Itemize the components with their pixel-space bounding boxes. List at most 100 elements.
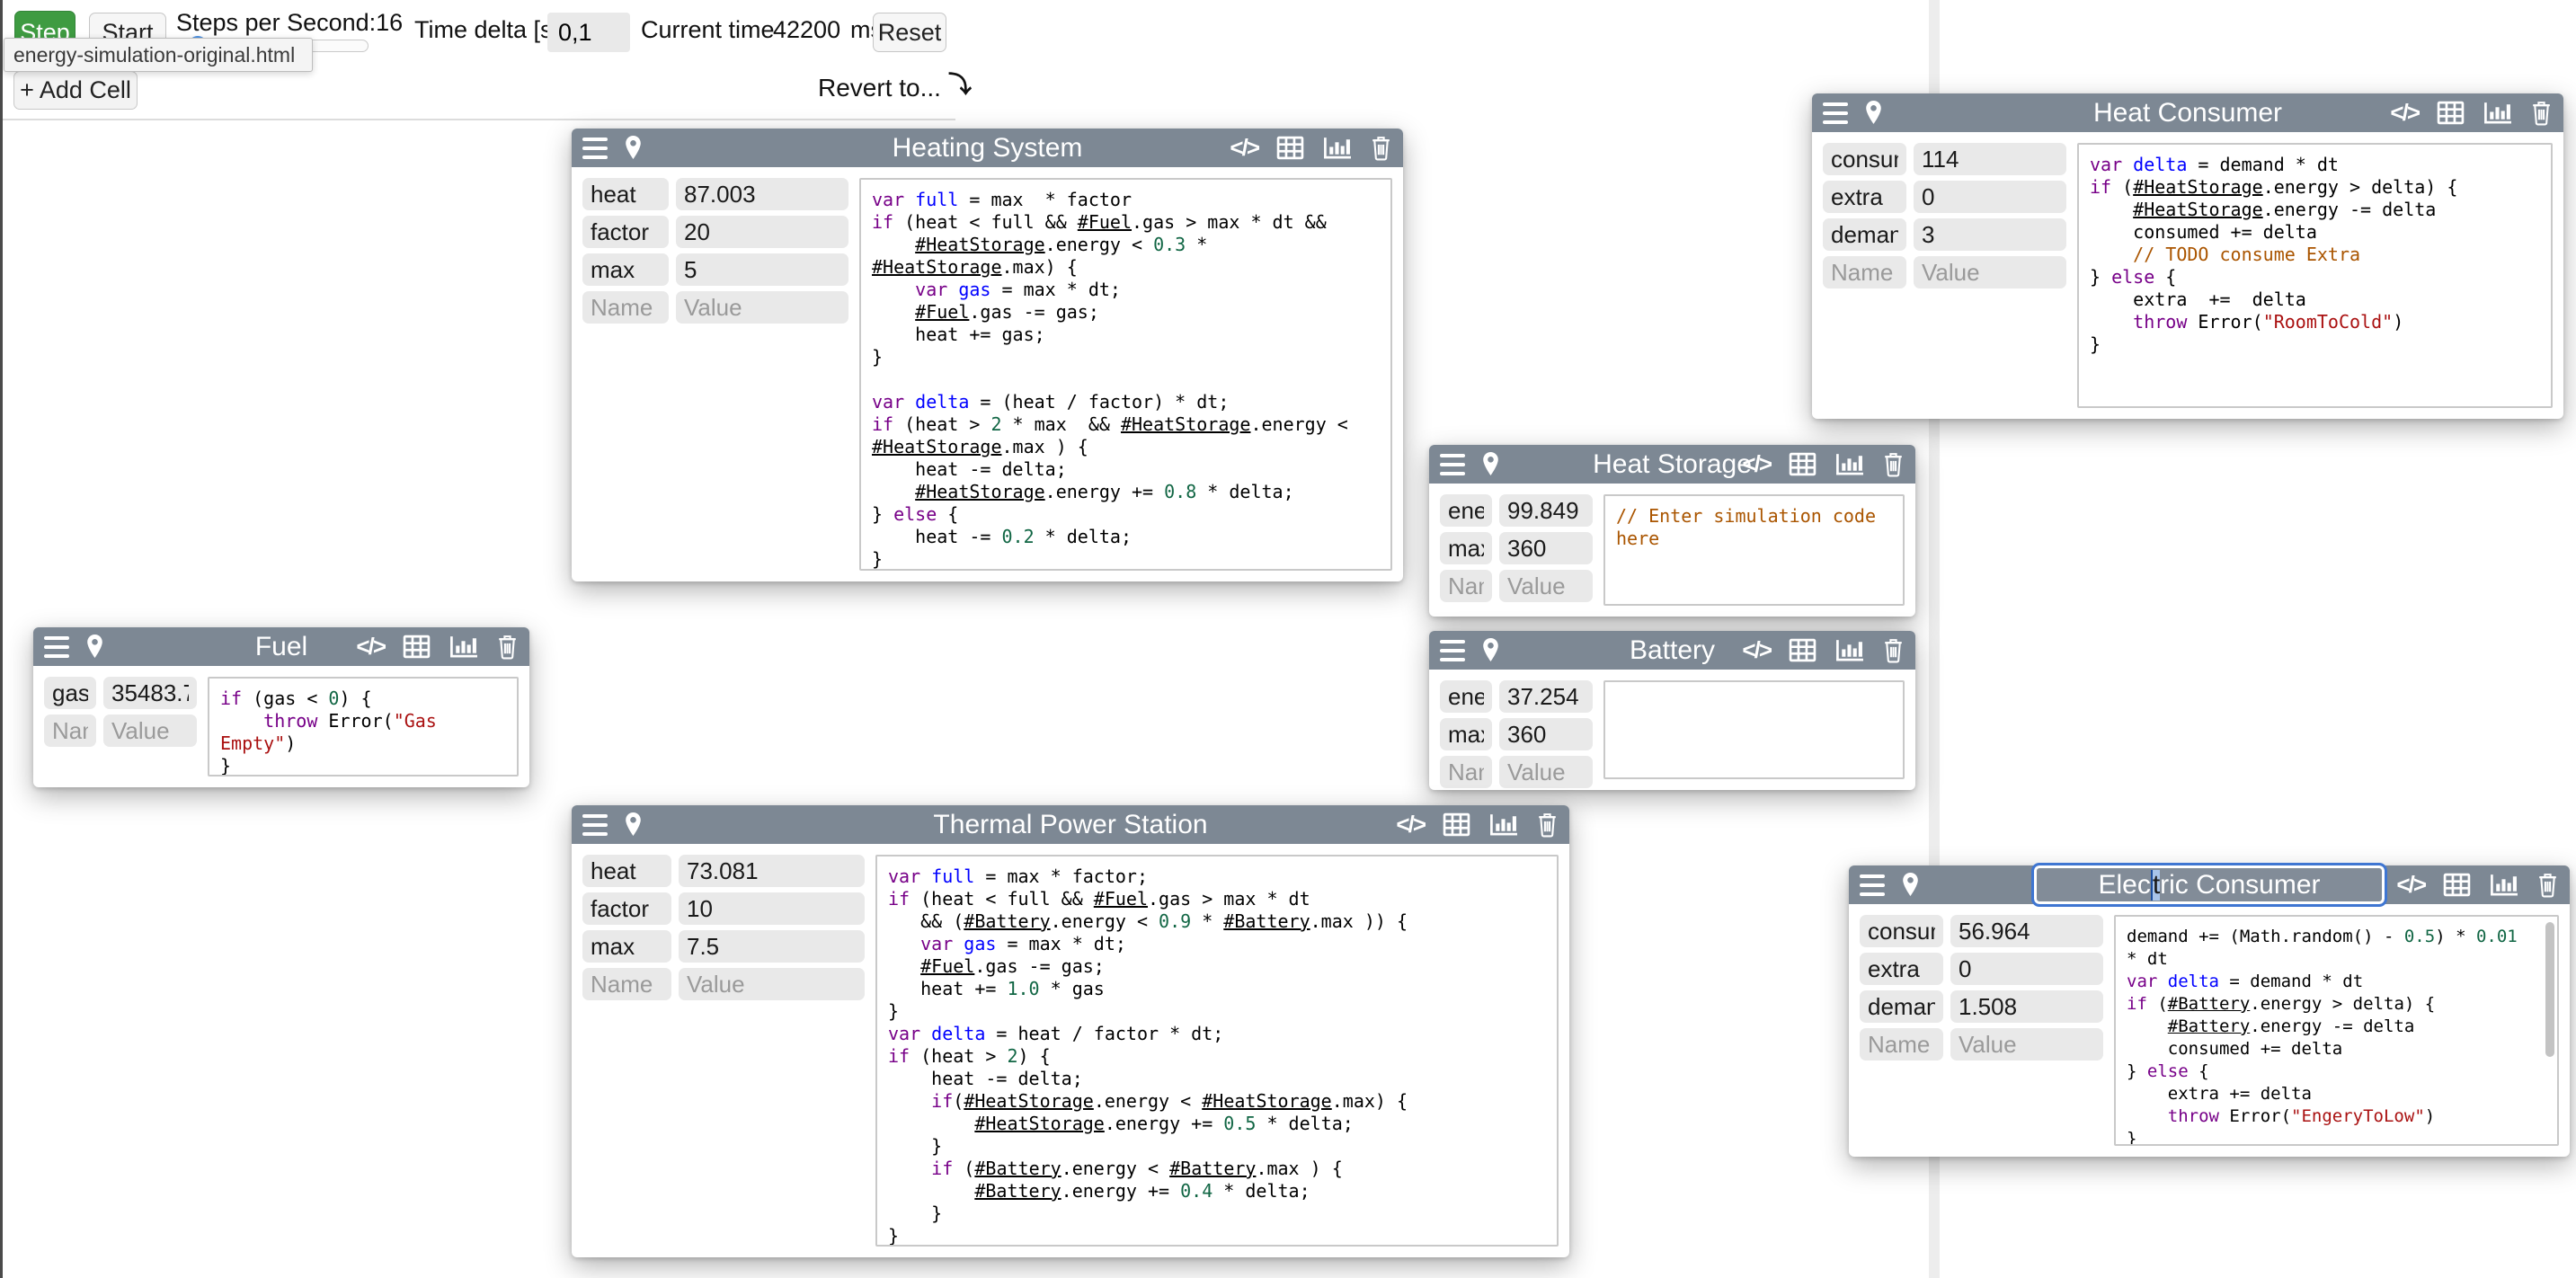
trash-icon[interactable] (1370, 135, 1392, 161)
location-pin-icon[interactable] (624, 812, 643, 838)
code-editor[interactable]: var delta = demand * dt if (#HeatStorage… (2077, 143, 2553, 408)
code-icon[interactable]: </> (2396, 871, 2425, 899)
table-icon[interactable] (1443, 812, 1470, 837)
table-icon[interactable] (2437, 101, 2465, 125)
var-value-input[interactable] (676, 291, 848, 324)
var-value-input[interactable] (679, 892, 865, 925)
var-name-input[interactable] (582, 968, 671, 1000)
window-titlebar[interactable]: Heat Storage </> (1429, 445, 1915, 484)
var-name-input[interactable] (1823, 218, 1906, 251)
window-titlebar[interactable]: Heating System </> (572, 129, 1403, 167)
var-name-input[interactable] (1440, 718, 1492, 750)
window-titlebar[interactable]: Electric Consumer </> (1849, 865, 2570, 904)
var-value-input[interactable] (676, 253, 848, 286)
trash-icon[interactable] (1536, 812, 1559, 838)
menu-icon[interactable] (1823, 100, 1848, 127)
var-value-input[interactable] (1950, 1028, 2103, 1061)
code-icon[interactable]: </> (2390, 99, 2419, 127)
var-name-input[interactable] (582, 216, 669, 248)
menu-icon[interactable] (582, 812, 608, 839)
trash-icon[interactable] (2530, 100, 2553, 126)
var-value-input[interactable] (679, 855, 865, 887)
trash-icon[interactable] (1882, 637, 1905, 663)
code-editor[interactable] (1603, 680, 1905, 779)
var-name-input[interactable] (1440, 570, 1492, 602)
var-name-input[interactable] (1440, 756, 1492, 788)
var-name-input[interactable] (1440, 680, 1492, 713)
location-pin-icon[interactable] (1481, 637, 1500, 663)
chart-icon[interactable] (2489, 872, 2518, 898)
location-pin-icon[interactable] (1864, 100, 1883, 126)
code-editor[interactable]: // Enter simulation code here (1603, 494, 1905, 606)
var-name-input[interactable] (1440, 494, 1492, 527)
window-title[interactable]: Thermal Power Station (933, 810, 1207, 840)
var-value-input[interactable] (1914, 143, 2066, 175)
var-name-input[interactable] (1823, 256, 1906, 288)
menu-icon[interactable] (1440, 637, 1465, 664)
chart-icon[interactable] (449, 634, 478, 660)
var-name-input[interactable] (582, 178, 669, 210)
location-pin-icon[interactable] (1901, 872, 1920, 898)
var-value-input[interactable] (1499, 756, 1593, 788)
revert-to-dropdown[interactable]: Revert to... ⤵ (818, 74, 972, 102)
var-name-input[interactable] (44, 714, 96, 747)
var-name-input[interactable] (1440, 532, 1492, 564)
var-name-input[interactable] (582, 855, 671, 887)
var-name-input[interactable] (44, 677, 96, 709)
trash-icon[interactable] (1882, 451, 1905, 477)
reset-button[interactable]: Reset (873, 13, 946, 52)
code-editor[interactable]: var full = max * factor if (heat < full … (859, 178, 1392, 571)
location-pin-icon[interactable] (624, 135, 643, 161)
var-value-input[interactable] (679, 968, 865, 1000)
window-title-edit-input[interactable]: Electric Consumer (2031, 863, 2387, 907)
var-name-input[interactable] (582, 892, 671, 925)
chart-icon[interactable] (1322, 135, 1352, 161)
trash-icon[interactable] (496, 634, 519, 660)
var-value-input[interactable] (103, 677, 197, 709)
var-value-input[interactable] (1499, 570, 1593, 602)
chart-icon[interactable] (1834, 451, 1864, 477)
var-name-input[interactable] (582, 930, 671, 963)
var-name-input[interactable] (582, 253, 669, 286)
var-value-input[interactable] (1499, 718, 1593, 750)
scrollbar-thumb[interactable] (2545, 922, 2554, 1057)
code-editor[interactable]: if (gas < 0) { throw Error("Gas Empty") … (208, 677, 519, 777)
var-name-input[interactable] (1860, 1028, 1943, 1061)
window-titlebar[interactable]: Thermal Power Station </> (572, 805, 1569, 844)
table-icon[interactable] (1276, 136, 1304, 160)
menu-icon[interactable] (1860, 872, 1885, 899)
code-icon[interactable]: </> (356, 633, 385, 661)
var-value-input[interactable] (1950, 915, 2103, 947)
table-icon[interactable] (1789, 638, 1817, 662)
window-titlebar[interactable]: Heat Consumer </> (1812, 93, 2563, 132)
chart-icon[interactable] (1488, 812, 1518, 838)
var-name-input[interactable] (1823, 143, 1906, 175)
code-editor[interactable]: var full = max * factor; if (heat < full… (875, 855, 1559, 1247)
var-value-input[interactable] (679, 930, 865, 963)
window-title[interactable]: Heating System (893, 133, 1083, 164)
var-value-input[interactable] (1914, 181, 2066, 213)
var-name-input[interactable] (1823, 181, 1906, 213)
window-title[interactable]: Fuel (255, 632, 307, 662)
table-icon[interactable] (2443, 873, 2471, 897)
menu-icon[interactable] (44, 634, 69, 661)
location-pin-icon[interactable] (1481, 451, 1500, 477)
menu-icon[interactable] (1440, 451, 1465, 478)
add-cell-button[interactable]: + Add Cell (13, 71, 138, 110)
code-editor[interactable]: demand += (Math.random() - 0.5) * 0.01 *… (2114, 915, 2559, 1146)
table-icon[interactable] (1789, 452, 1817, 476)
var-value-input[interactable] (1499, 680, 1593, 713)
var-name-input[interactable] (1860, 915, 1943, 947)
var-name-input[interactable] (582, 291, 669, 324)
time-delta-input[interactable] (547, 13, 630, 52)
var-value-input[interactable] (1914, 256, 2066, 288)
window-title[interactable]: Battery (1630, 635, 1715, 666)
window-titlebar[interactable]: Fuel </> (33, 627, 529, 666)
window-title[interactable]: Heat Consumer (2093, 98, 2282, 129)
window-titlebar[interactable]: Battery </> (1429, 631, 1915, 670)
window-title[interactable]: Heat Storage (1593, 449, 1752, 480)
chart-icon[interactable] (1834, 637, 1864, 663)
code-icon[interactable]: </> (1230, 134, 1258, 162)
var-name-input[interactable] (1860, 990, 1943, 1023)
var-value-input[interactable] (103, 714, 197, 747)
